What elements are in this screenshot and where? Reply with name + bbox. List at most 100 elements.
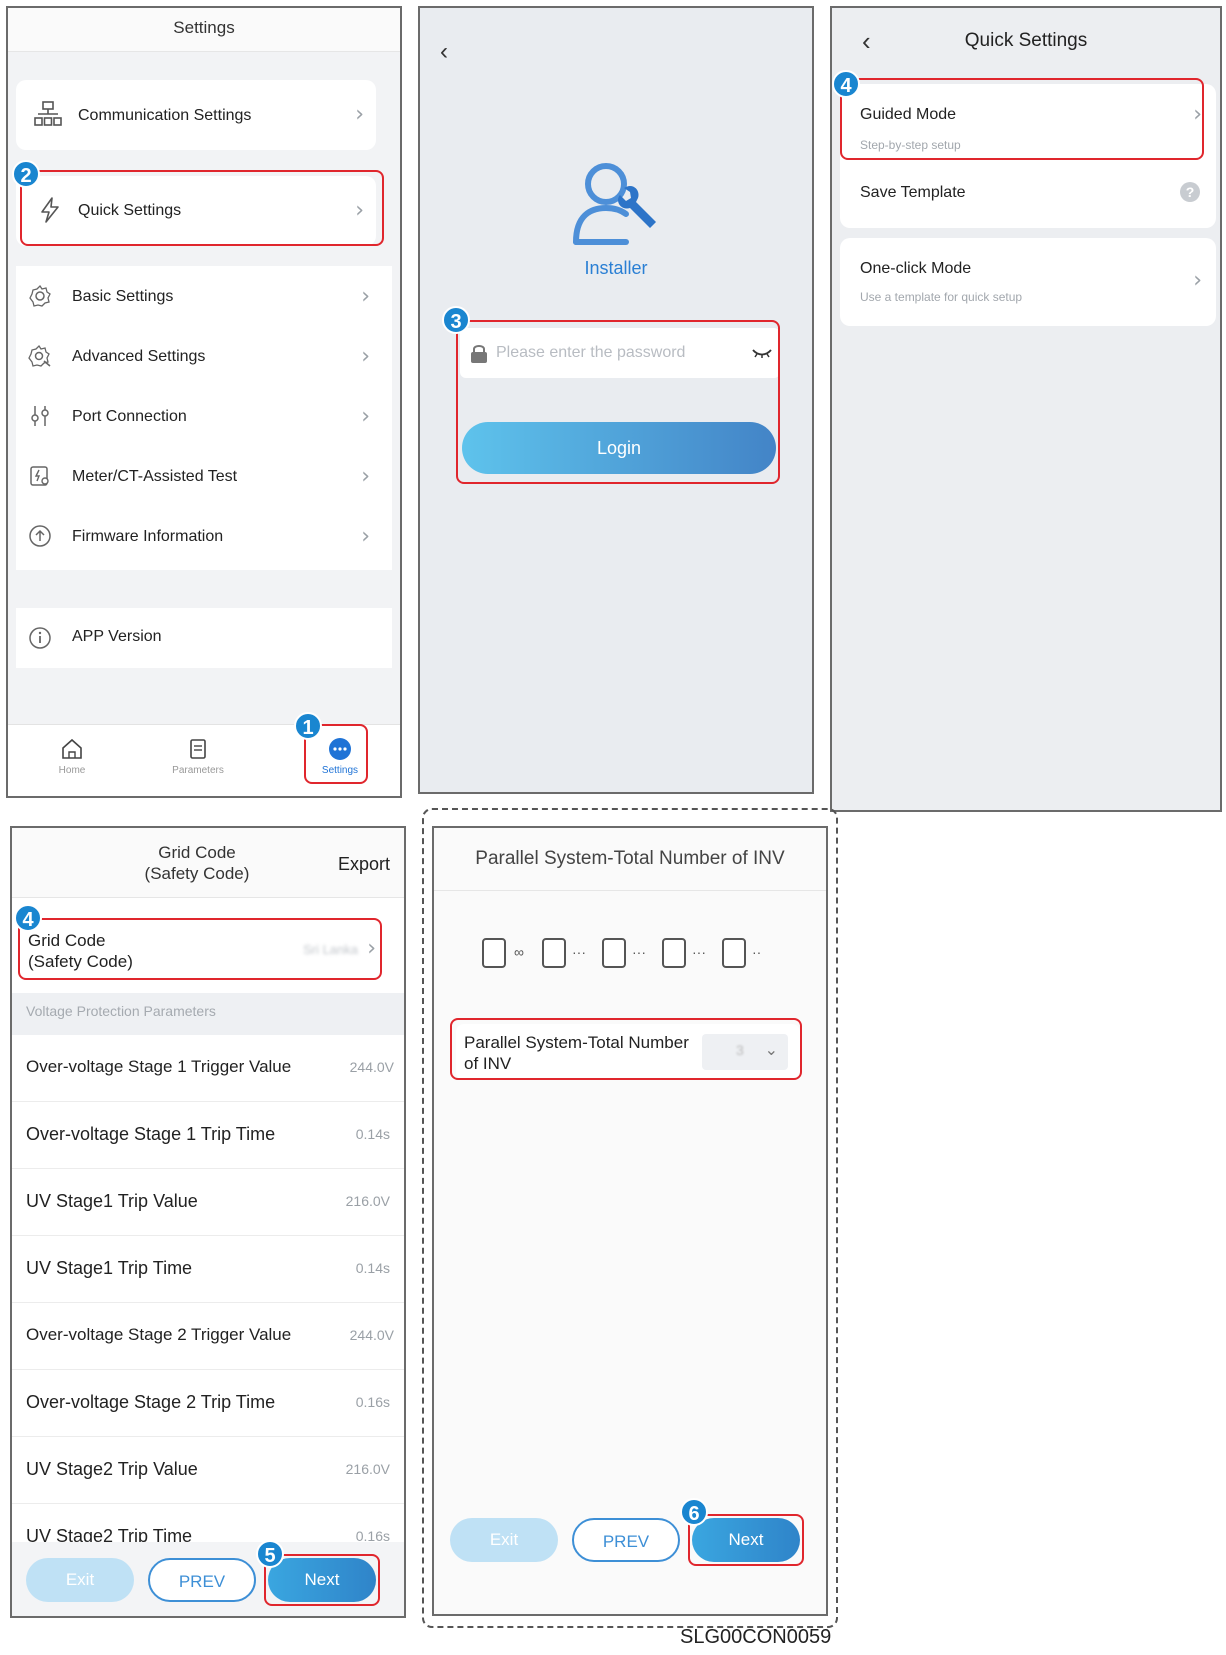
chevron-right-icon: › bbox=[361, 284, 370, 309]
export-button[interactable]: Export bbox=[338, 854, 390, 875]
login-button[interactable]: Login bbox=[462, 422, 776, 474]
quick-settings-item[interactable]: Quick Settings › bbox=[16, 176, 376, 246]
chevron-right-icon: › bbox=[1193, 102, 1202, 127]
tab-parameters[interactable]: Parameters bbox=[158, 737, 238, 776]
param-row[interactable]: UV Stage2 Trip Time 0.16s bbox=[12, 1504, 404, 1544]
basic-settings-item[interactable]: Basic Settings › bbox=[16, 266, 392, 326]
installer-avatar-icon bbox=[573, 163, 656, 245]
firmware-information-label: Firmware Information bbox=[72, 528, 224, 545]
guided-mode-subtitle: Step-by-step setup bbox=[860, 138, 961, 152]
param-label: UV Stage1 Trip Value bbox=[26, 1191, 198, 1211]
param-row[interactable]: UV Stage2 Trip Value 216.0V bbox=[12, 1437, 404, 1504]
chevron-right-icon: › bbox=[361, 524, 370, 549]
back-arrow-icon[interactable]: ‹ bbox=[440, 38, 448, 66]
param-row[interactable]: Over-voltage Stage 2 Trip Time 0.16s bbox=[12, 1370, 404, 1437]
param-row[interactable]: Over-voltage Stage 1 Trip Time 0.14s bbox=[12, 1102, 404, 1169]
next-button[interactable]: Next bbox=[692, 1518, 800, 1562]
param-value: 0.14s bbox=[355, 1260, 390, 1276]
next-button[interactable]: Next bbox=[268, 1558, 376, 1602]
save-template-item[interactable]: Save Template ? bbox=[840, 162, 1216, 222]
param-row[interactable]: UV Stage1 Trip Time 0.14s bbox=[12, 1236, 404, 1303]
meter-ct-test-label: Meter/CT-Assisted Test bbox=[72, 468, 238, 485]
save-template-label: Save Template bbox=[860, 184, 966, 201]
app-version-item[interactable]: APP Version bbox=[16, 608, 392, 668]
inverter-icon bbox=[602, 938, 626, 968]
step-badge-5: 5 bbox=[256, 1540, 284, 1568]
settings-list: Basic Settings › Advanced Settings › Por… bbox=[16, 266, 392, 570]
password-field[interactable] bbox=[460, 328, 780, 378]
param-row[interactable]: UV Stage1 Trip Value 216.0V bbox=[12, 1169, 404, 1236]
guided-mode-item[interactable]: Guided Mode Step-by-step setup › bbox=[840, 84, 1216, 158]
prev-button[interactable]: PREV bbox=[148, 1558, 256, 1602]
communication-settings-label: Communication Settings bbox=[78, 107, 252, 124]
info-icon bbox=[29, 627, 51, 649]
password-input[interactable] bbox=[496, 338, 736, 368]
parallel-system-screen: Parallel System-Total Number of INV ∞ ··… bbox=[432, 826, 828, 1616]
one-click-mode-subtitle: Use a template for quick setup bbox=[860, 290, 1023, 304]
param-value: 244.0V bbox=[349, 1059, 394, 1075]
ellipsis-icon: ·· bbox=[752, 944, 762, 960]
step-badge-4: 4 bbox=[832, 70, 860, 98]
grid-code-title-line1: Grid Code bbox=[158, 843, 236, 862]
grid-code-label-line1: Grid Code bbox=[28, 931, 106, 950]
grid-code-selector[interactable]: Grid Code (Safety Code) Sri Lanka › bbox=[18, 920, 382, 982]
port-connection-label: Port Connection bbox=[72, 408, 187, 425]
param-label: Over-voltage Stage 2 Trip Time bbox=[26, 1392, 276, 1412]
link-icon: ∞ bbox=[514, 944, 524, 960]
installer-label: Installer bbox=[584, 258, 648, 278]
network-icon bbox=[34, 101, 62, 126]
document-icon bbox=[190, 739, 206, 759]
exit-button[interactable]: Exit bbox=[26, 1558, 134, 1602]
eye-closed-icon[interactable] bbox=[752, 346, 772, 360]
login-screen: ‹ Installer Login 3 bbox=[418, 6, 814, 794]
inverter-chain-diagram: ∞ ··· ··· ··· ·· bbox=[482, 938, 782, 978]
quick-settings-card: Guided Mode Step-by-step setup › Save Te… bbox=[840, 84, 1216, 228]
voltage-protection-section: Voltage Protection Parameters bbox=[12, 993, 404, 1035]
parallel-total-select[interactable]: 3 ⌄ bbox=[702, 1034, 788, 1070]
param-row[interactable]: Over-voltage Stage 1 Trigger Value 244.0… bbox=[12, 1035, 404, 1102]
exit-button[interactable]: Exit bbox=[450, 1518, 558, 1562]
lightning-icon bbox=[41, 197, 59, 223]
param-value: 0.14s bbox=[355, 1126, 390, 1142]
grid-code-screen: Grid Code (Safety Code) Export Grid Code… bbox=[10, 826, 406, 1618]
tab-settings[interactable]: Settings bbox=[300, 737, 380, 776]
ellipsis-icon: ··· bbox=[692, 944, 706, 960]
more-icon bbox=[329, 738, 351, 760]
firmware-information-item[interactable]: Firmware Information › bbox=[16, 506, 392, 566]
parallel-total-label-line2: of INV bbox=[464, 1054, 512, 1073]
port-icon bbox=[31, 406, 49, 426]
one-click-mode-label: One-click Mode bbox=[860, 260, 972, 277]
chevron-right-icon: › bbox=[1193, 268, 1202, 293]
ellipsis-icon: ··· bbox=[632, 944, 646, 960]
prev-button[interactable]: PREV bbox=[572, 1518, 680, 1562]
one-click-mode-item[interactable]: One-click Mode Use a template for quick … bbox=[840, 238, 1216, 326]
param-label: Over-voltage Stage 2 Trigger Value bbox=[26, 1325, 292, 1344]
chevron-right-icon: › bbox=[361, 344, 370, 369]
guided-mode-label: Guided Mode bbox=[860, 106, 957, 123]
param-label: Over-voltage Stage 1 Trip Time bbox=[26, 1124, 276, 1144]
home-icon bbox=[62, 738, 82, 759]
chevron-right-icon: › bbox=[355, 102, 364, 127]
param-label: Over-voltage Stage 1 Trigger Value bbox=[26, 1057, 292, 1076]
communication-settings-item[interactable]: Communication Settings › bbox=[16, 80, 376, 150]
help-icon[interactable]: ? bbox=[1180, 182, 1200, 202]
app-version-label: APP Version bbox=[72, 628, 162, 645]
port-connection-item[interactable]: Port Connection › bbox=[16, 386, 392, 446]
step-badge-2: 2 bbox=[12, 160, 40, 188]
parallel-total-field[interactable]: Parallel System-Total Number of INV 3 ⌄ bbox=[456, 1024, 800, 1080]
advanced-settings-item[interactable]: Advanced Settings › bbox=[16, 326, 392, 386]
tab-home[interactable]: Home bbox=[32, 737, 112, 776]
settings-screen: Settings Communication Settings › Quick … bbox=[6, 6, 402, 798]
advanced-gear-icon bbox=[28, 344, 51, 367]
inverter-icon bbox=[542, 938, 566, 968]
step-badge-4-grid: 4 bbox=[14, 904, 42, 932]
ellipsis-icon: ··· bbox=[572, 944, 586, 960]
header-divider bbox=[434, 890, 826, 891]
basic-settings-label: Basic Settings bbox=[72, 288, 174, 305]
quick-settings-screen: ‹ Quick Settings Guided Mode Step-by-ste… bbox=[830, 6, 1222, 812]
meter-ct-test-item[interactable]: Meter/CT-Assisted Test › bbox=[16, 446, 392, 506]
grid-code-value: Sri Lanka bbox=[303, 942, 358, 957]
param-row[interactable]: Over-voltage Stage 2 Trigger Value 244.0… bbox=[12, 1303, 404, 1370]
settings-title: Settings bbox=[173, 18, 235, 37]
quick-settings-label: Quick Settings bbox=[78, 202, 182, 219]
